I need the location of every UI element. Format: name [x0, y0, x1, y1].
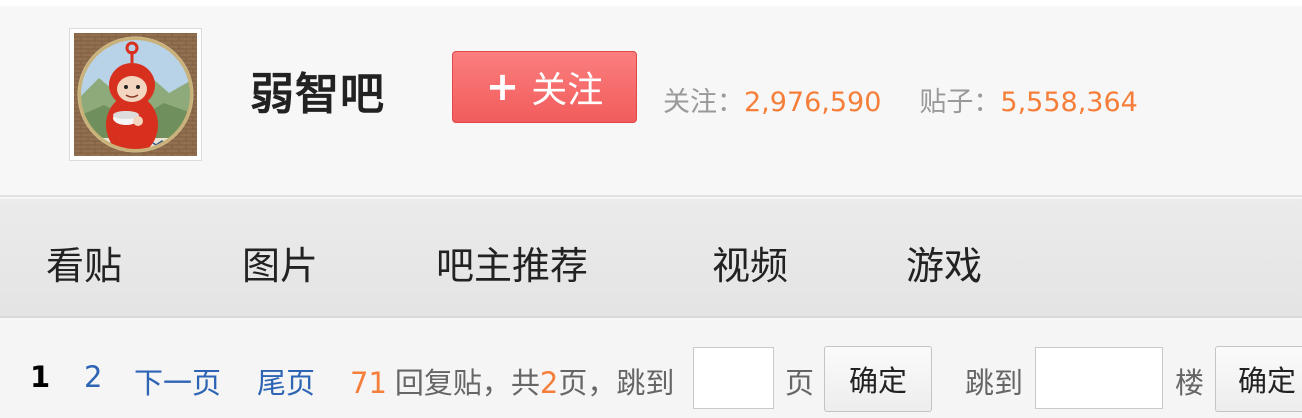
forum-title: 弱智吧: [250, 69, 385, 120]
total-pages: 2: [539, 366, 559, 400]
pages-suffix: 页，: [558, 366, 617, 400]
forum-avatar[interactable]: [69, 28, 202, 161]
followers-label: 关注：: [663, 87, 744, 118]
jump-page-input[interactable]: [693, 347, 774, 409]
top-edge: [0, 0, 1302, 6]
forum-nav: 看贴 图片 吧主推荐 视频 游戏: [0, 199, 1302, 318]
tab-posts[interactable]: 看贴: [46, 235, 122, 290]
page-unit-label: 页: [785, 366, 815, 400]
reply-count: 71: [350, 366, 387, 400]
forum-stats: 关注：2,976,590 贴子：5,558,364: [663, 80, 1138, 119]
tab-videos[interactable]: 视频: [712, 235, 788, 290]
follow-button-label: 关注: [531, 70, 604, 111]
jump-to-floor-label: 跳到: [965, 366, 1024, 400]
jump-floor-input[interactable]: [1035, 347, 1163, 409]
page-2-link[interactable]: 2: [84, 360, 102, 394]
posts-label: 贴子：: [919, 87, 1001, 118]
confirm-floor-button[interactable]: 确定: [1215, 346, 1302, 412]
posts-count: 5,558,364: [1000, 87, 1138, 118]
forum-avatar-image: [74, 33, 197, 156]
confirm-page-button[interactable]: 确定: [824, 346, 932, 412]
next-page-link[interactable]: 下一页: [134, 360, 221, 402]
reply-summary: 71 回复贴，共2页，跳到: [350, 360, 674, 402]
last-page-link[interactable]: 尾页: [257, 360, 315, 402]
reply-label: 回复贴，共: [394, 366, 540, 400]
plus-icon: +: [485, 64, 520, 110]
tab-games[interactable]: 游戏: [906, 235, 982, 290]
tab-images[interactable]: 图片: [242, 235, 318, 290]
followers-count: 2,976,590: [744, 87, 882, 118]
tab-recommended[interactable]: 吧主推荐: [436, 235, 588, 290]
forum-header: 弱智吧 + 关注 关注：2,976,590 贴子：5,558,364: [0, 0, 1302, 197]
follow-button[interactable]: + 关注: [452, 51, 637, 123]
page-current: 1: [30, 360, 51, 394]
floor-unit-label: 楼: [1175, 366, 1205, 400]
jump-to-page-label: 跳到: [616, 366, 675, 400]
